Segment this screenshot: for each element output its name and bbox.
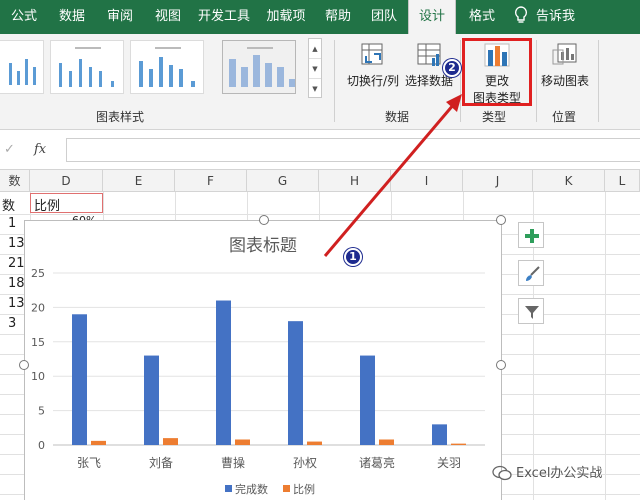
watermark-text: Excel办公实战 [516, 466, 603, 481]
step-badge-1: 1 [344, 248, 362, 266]
annotation-arrow [323, 94, 462, 257]
watermark: Excel办公实战 [492, 462, 602, 481]
wechat-icon [492, 465, 512, 481]
step-badge-2: 2 [443, 59, 461, 77]
